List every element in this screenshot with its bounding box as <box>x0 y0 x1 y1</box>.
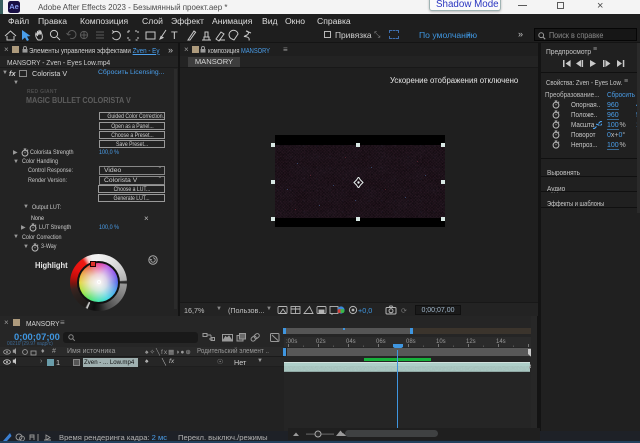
svg-text:T: T <box>171 30 178 42</box>
